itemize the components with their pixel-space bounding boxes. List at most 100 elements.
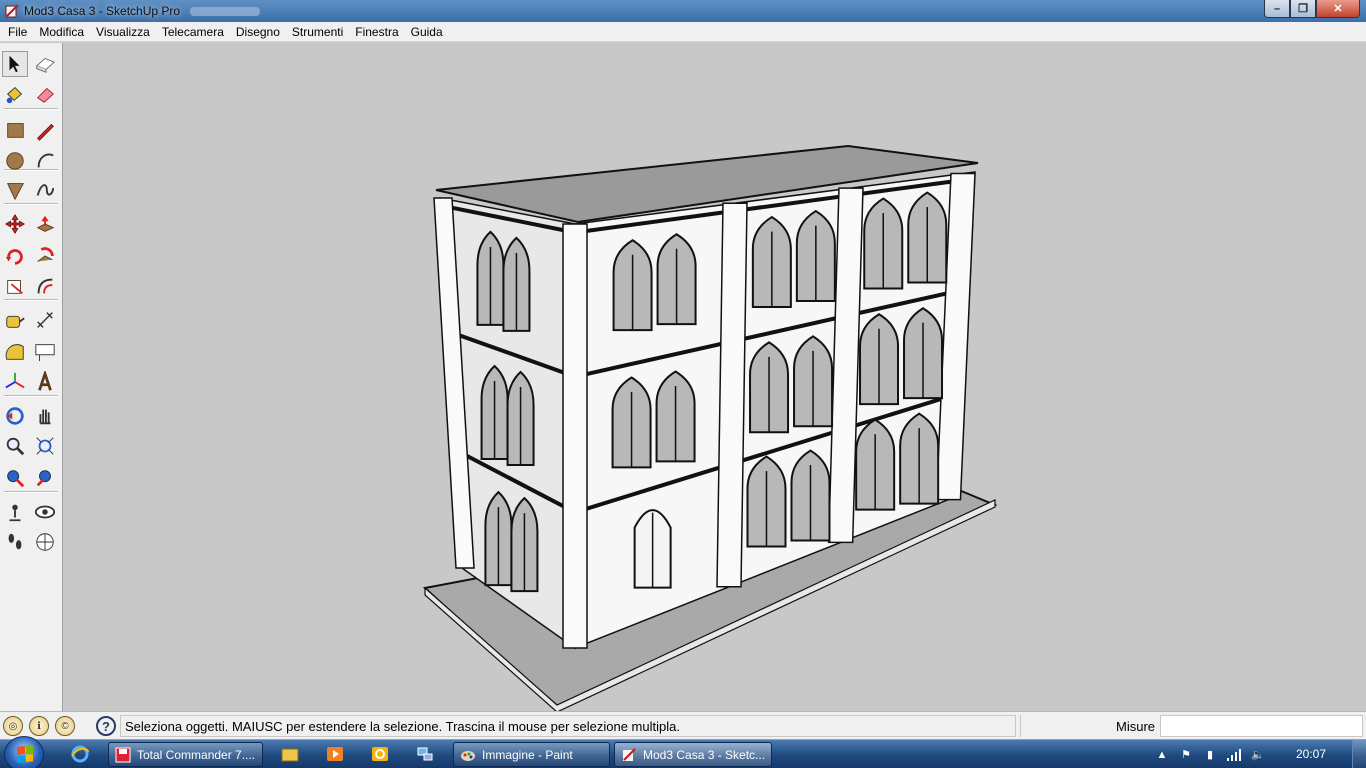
rectangle-tool-button[interactable] — [2, 117, 28, 143]
menu-visualizza[interactable]: Visualizza — [90, 25, 156, 39]
zoom-extents-icon — [7, 470, 25, 488]
show-desktop-button[interactable] — [1352, 740, 1366, 768]
text-label-tool-button[interactable] — [32, 339, 58, 365]
outlook-icon[interactable] — [368, 743, 392, 765]
eraser-icon — [36, 87, 54, 103]
toolbar-separator — [4, 395, 58, 397]
make-component-icon — [35, 57, 56, 73]
credits-icon[interactable]: ℹ — [29, 716, 49, 736]
status-separator — [1020, 715, 1110, 737]
look-around-tool-button[interactable] — [32, 499, 58, 525]
taskbar-sketchup[interactable]: Mod3 Casa 3 - Sketc... — [614, 742, 772, 767]
push-pull-icon — [36, 215, 55, 232]
move-tool-button[interactable] — [2, 211, 28, 237]
drawing-canvas[interactable] — [64, 43, 1366, 711]
menu-guida[interactable]: Guida — [405, 25, 449, 39]
status-icons: ◎ ℹ © — [3, 716, 75, 736]
orbit-icon — [6, 407, 24, 425]
previous-view-icon — [36, 470, 51, 487]
offset-tool-button[interactable] — [32, 273, 58, 299]
network-computer-icon[interactable] — [413, 743, 437, 765]
section-plane-tool-button[interactable] — [32, 529, 58, 555]
network-signal-icon[interactable] — [1226, 747, 1242, 763]
window-title: Mod3 Casa 3 - SketchUp Pro — [24, 4, 181, 18]
circle-tool-button[interactable] — [2, 147, 28, 173]
line-pencil-tool-button[interactable] — [32, 117, 58, 143]
internet-explorer-icon[interactable] — [68, 743, 92, 765]
taskbar-total-commander[interactable]: Total Commander 7.... — [108, 742, 263, 767]
previous-view-tool-button[interactable] — [32, 465, 58, 491]
pan-tool-button[interactable] — [32, 403, 58, 429]
polygon-icon — [6, 183, 25, 201]
zoom-icon — [6, 437, 25, 456]
show-hidden-icons-icon[interactable]: ▲ — [1154, 747, 1170, 763]
taskbar: Total Commander 7.... Immagine - Paint M… — [0, 736, 1366, 768]
paint-bucket-icon — [6, 86, 23, 104]
user-icon[interactable]: © — [55, 716, 75, 736]
taskbar-paint[interactable]: Immagine - Paint — [453, 742, 610, 767]
push-pull-tool-button[interactable] — [32, 211, 58, 237]
eraser-tool-button[interactable] — [32, 81, 58, 107]
close-button[interactable]: ✕ — [1316, 0, 1360, 18]
orbit-tool-button[interactable] — [2, 403, 28, 429]
menu-strumenti[interactable]: Strumenti — [286, 25, 349, 39]
scale-tool-button[interactable] — [2, 273, 28, 299]
title-blur — [190, 6, 261, 16]
zoom-window-icon — [36, 437, 54, 455]
geo-location-icon[interactable]: ◎ — [3, 716, 23, 736]
axes-icon — [5, 372, 25, 389]
menu-bar: File Modifica Visualizza Telecamera Dise… — [0, 22, 1366, 42]
paint-bucket-tool-button[interactable] — [2, 81, 28, 107]
start-button[interactable] — [4, 736, 44, 768]
text-label-icon — [35, 344, 55, 362]
select-tool-icon — [9, 55, 20, 73]
toolbar-separator — [4, 491, 58, 493]
menu-disegno[interactable]: Disegno — [230, 25, 286, 39]
paint-palette-icon — [461, 750, 475, 761]
polygon-tool-button[interactable] — [2, 177, 28, 203]
make-component-tool-button[interactable] — [32, 51, 58, 77]
tape-measure-icon — [6, 315, 25, 328]
freehand-tool-button[interactable] — [32, 177, 58, 203]
pilaster — [562, 223, 588, 649]
menu-telecamera[interactable]: Telecamera — [156, 25, 230, 39]
battery-icon[interactable]: ▮ — [1202, 747, 1218, 763]
walk-icon — [8, 533, 22, 550]
pan-icon — [39, 409, 51, 425]
explorer-folder-icon[interactable] — [278, 743, 302, 765]
select-tool-tool-button[interactable] — [2, 51, 28, 77]
minimize-button[interactable]: – — [1264, 0, 1290, 18]
volume-icon[interactable]: 🔈 — [1250, 747, 1266, 763]
walk-tool-button[interactable] — [2, 529, 28, 555]
help-icon[interactable]: ? — [96, 716, 116, 736]
protractor-tool-button[interactable] — [2, 339, 28, 365]
tape-measure-tool-button[interactable] — [2, 307, 28, 333]
action-center-flag-icon[interactable]: ⚑ — [1178, 747, 1194, 763]
measurements-input[interactable] — [1160, 715, 1363, 737]
sketchup-taskbar-icon — [623, 747, 636, 761]
zoom-tool-button[interactable] — [2, 433, 28, 459]
windows-logo-icon — [17, 745, 33, 763]
taskbar-label-total-commander: Total Commander 7.... — [137, 747, 256, 762]
menu-file[interactable]: File — [2, 25, 33, 39]
move-icon — [4, 213, 26, 235]
position-camera-tool-button[interactable] — [2, 499, 28, 525]
zoom-extents-tool-button[interactable] — [2, 465, 28, 491]
menu-modifica[interactable]: Modifica — [33, 25, 90, 39]
dimension-tool-button[interactable] — [32, 307, 58, 333]
rotate-tool-button[interactable] — [2, 243, 28, 269]
taskbar-clock[interactable]: 20:07 — [1296, 747, 1326, 761]
zoom-window-tool-button[interactable] — [32, 433, 58, 459]
freehand-icon — [36, 184, 55, 196]
axes-tool-button[interactable] — [2, 369, 28, 395]
arc-tool-button[interactable] — [32, 147, 58, 173]
line-pencil-icon — [37, 123, 54, 141]
toolbar-separator — [4, 203, 58, 205]
toolbar-separator — [4, 108, 58, 110]
media-player-icon[interactable] — [323, 743, 347, 765]
3d-text-tool-button[interactable] — [32, 369, 58, 395]
maximize-button[interactable]: ❐ — [1290, 0, 1316, 18]
follow-me-tool-button[interactable] — [32, 243, 58, 269]
rectangle-icon — [7, 123, 24, 138]
menu-finestra[interactable]: Finestra — [349, 25, 404, 39]
